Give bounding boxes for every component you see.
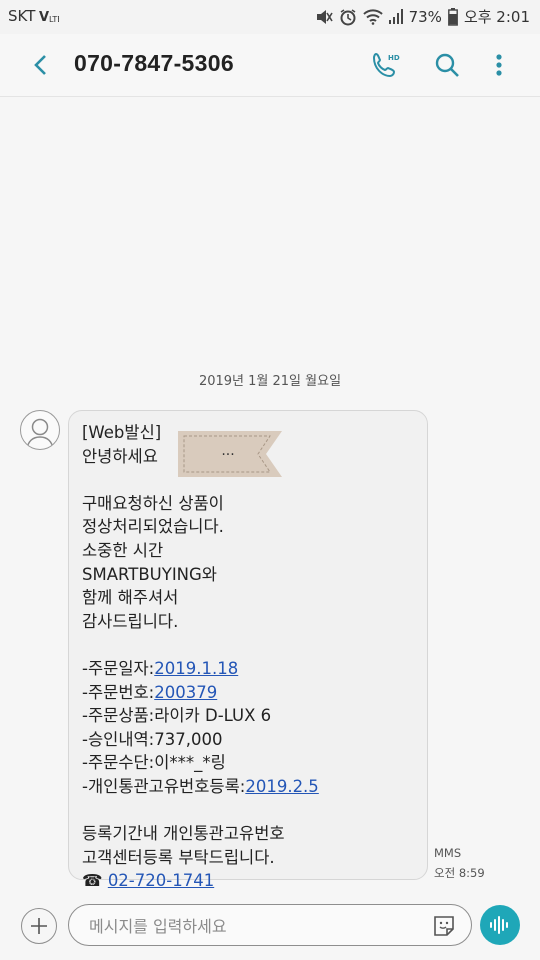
- message-line: 정상처리되었습니다.: [82, 517, 224, 537]
- message-line: SMARTBUYING와: [82, 564, 217, 584]
- message-line: 안녕하세요: [82, 446, 158, 466]
- message-input[interactable]: [87, 914, 421, 938]
- message-line: 소중한 시간: [82, 540, 164, 560]
- customs-date-link[interactable]: 2019.2.5: [245, 777, 318, 796]
- message-line: 구매요청하신 상품이: [82, 493, 224, 513]
- message-type: MMS: [434, 846, 462, 860]
- alarm-icon: [339, 8, 357, 26]
- approval-line: -승인내역:737,000: [82, 729, 223, 749]
- date-divider: 2019년 1월 21일 월요일: [198, 374, 342, 389]
- conversation-header: 070-7847-5306 HD: [0, 34, 540, 97]
- phone-link[interactable]: 02-720-1741: [108, 871, 214, 890]
- order-number-line: -주문번호:200379: [82, 681, 422, 705]
- search-icon: [435, 53, 459, 77]
- order-date-label: -주문일자:: [82, 658, 155, 678]
- status-bar: SKT VLTE 73% 오후 2:01: [0, 0, 540, 34]
- payment-line: -주문수단:이***_*링: [82, 753, 226, 773]
- message-line: 등록기간내 개인통관고유번호: [82, 824, 285, 844]
- product-line: -주문상품:라이카 D-LUX 6: [82, 706, 272, 726]
- svg-text:LTE: LTE: [49, 15, 59, 24]
- more-vert-icon: [496, 54, 502, 76]
- voice-input-button[interactable]: [480, 905, 520, 945]
- status-time: 오후 2:01: [463, 8, 530, 26]
- order-number-label: -주문번호:: [82, 682, 155, 702]
- contact-number: 070-7847-5306: [74, 50, 234, 76]
- customs-line: -개인통관고유번호등록:2019.2.5: [82, 775, 422, 799]
- message-line: 고객센터등록 부탁드립니다.: [82, 847, 275, 867]
- back-button[interactable]: [26, 50, 56, 80]
- phone-icon: ☎: [82, 871, 103, 891]
- customs-label: -개인통관고유번호등록:: [82, 776, 246, 796]
- message-time: 오전 8:59: [434, 866, 485, 880]
- sticker-icon: [434, 916, 454, 936]
- volte-icon: VLTE: [39, 8, 59, 24]
- order-number-link[interactable]: 200379: [154, 683, 217, 702]
- message-meta: MMS 오전 8:59: [434, 843, 485, 883]
- message-body: [Web발신] 안녕하세요 구매요청하신 상품이 정상처리되었습니다. 소중한 …: [82, 421, 422, 893]
- message-line: 감사드립니다.: [82, 611, 179, 631]
- battery-percent: 73%: [408, 7, 442, 26]
- sticker-button[interactable]: [431, 913, 457, 939]
- plus-icon: [31, 918, 47, 934]
- svg-text:V: V: [39, 10, 49, 24]
- composer-bar: [0, 896, 540, 960]
- more-options-button[interactable]: [482, 48, 516, 82]
- order-date-line: -주문일자:2019.1.18: [82, 657, 422, 681]
- order-date-link[interactable]: 2019.1.18: [154, 659, 238, 678]
- message-input-box: [68, 904, 472, 946]
- svg-text:HD: HD: [388, 54, 400, 62]
- mute-icon: [315, 8, 333, 26]
- attach-button[interactable]: [21, 908, 57, 944]
- carrier-label: SKT: [8, 7, 36, 25]
- voice-wave-icon: [490, 916, 508, 934]
- wifi-icon: [362, 8, 383, 25]
- signal-icon: [388, 8, 403, 25]
- phone-line: ☎ 02-720-1741: [82, 869, 422, 893]
- back-arrow-icon: [34, 55, 46, 75]
- message-line: 함께 해주셔서: [82, 588, 179, 608]
- hd-call-icon: HD: [372, 52, 400, 78]
- battery-icon: [448, 7, 458, 26]
- message-line: [Web발신]: [82, 423, 162, 442]
- search-button[interactable]: [430, 48, 464, 82]
- person-icon: [26, 418, 54, 449]
- contact-avatar[interactable]: [20, 410, 60, 450]
- hd-call-button[interactable]: HD: [368, 48, 402, 82]
